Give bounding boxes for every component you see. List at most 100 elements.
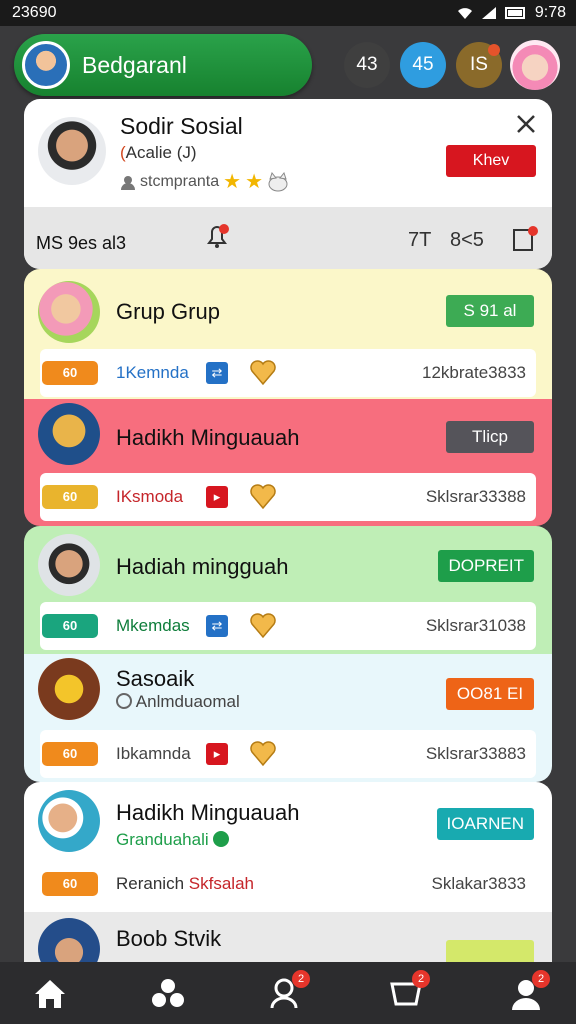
link-icon[interactable]: ⇄ bbox=[206, 362, 228, 384]
top-bar: Bedgaranl 43 45 IS bbox=[0, 26, 576, 102]
row-count: 12kbrate3833 bbox=[422, 363, 526, 382]
card-title: Grup Grup bbox=[116, 299, 220, 324]
row-count: Sklsrar33883 bbox=[425, 744, 526, 763]
video-icon[interactable]: ▸ bbox=[206, 486, 228, 508]
list-card[interactable]: Boob Stvik bbox=[24, 912, 552, 962]
coin-badge: 60 bbox=[42, 742, 98, 766]
card-title: Hadikh Minguauah bbox=[116, 800, 300, 825]
counter-badge-2[interactable]: 45 bbox=[400, 42, 446, 88]
card-title: Boob Stvik bbox=[116, 926, 222, 951]
card-action-label: OO81 EI bbox=[456, 684, 524, 703]
bottom-nav: 2 2 2 bbox=[0, 962, 576, 1024]
brand-pill[interactable]: Bedgaranl bbox=[14, 34, 312, 96]
status-clock: 9:78 bbox=[534, 4, 566, 21]
coin-badge: 60 bbox=[42, 485, 98, 509]
signal-icon bbox=[481, 7, 496, 19]
card-action-button[interactable]: IOARNEN bbox=[436, 808, 534, 840]
counter-badge-1[interactable]: 43 bbox=[344, 42, 390, 88]
card-avatar bbox=[38, 403, 100, 465]
counter-badge-3-dot bbox=[488, 44, 500, 56]
card-title: Sasoaik bbox=[116, 666, 195, 691]
coin-badge: 60 bbox=[42, 361, 98, 385]
list-card[interactable]: Hadikh Minguauah Granduahali IOARNEN 60 … bbox=[24, 782, 552, 912]
card-title: Hadikh Minguauah bbox=[116, 425, 300, 450]
card-subtitle-text: Granduahali bbox=[116, 830, 209, 849]
card-action-button[interactable]: DOPREIT bbox=[438, 550, 534, 582]
card-row: 60 Ibkamnda ▸ Sklsrar33883 bbox=[40, 730, 536, 778]
star-icon: ★ bbox=[245, 171, 264, 193]
heart-icon[interactable] bbox=[248, 610, 278, 640]
profile-name: Sodir Sosial bbox=[120, 113, 243, 139]
card-avatar bbox=[38, 281, 100, 343]
card-action-button[interactable]: S 91 al bbox=[446, 295, 534, 327]
row-label: Reranich Skfsalah bbox=[116, 874, 254, 894]
coin-value: 60 bbox=[62, 365, 78, 380]
video-icon[interactable]: ▸ bbox=[206, 743, 228, 765]
card-row: 60 Reranich Skfsalah Sklakar3833 bbox=[40, 860, 536, 908]
nav-badge: 2 bbox=[412, 970, 430, 988]
list-card[interactable]: Hadiah mingguah DOPREIT 60 Mkemdas ⇄ Skl… bbox=[24, 526, 552, 654]
stats-label: MS 9es al3 bbox=[36, 233, 127, 253]
notification-button[interactable] bbox=[204, 223, 230, 251]
heart-icon[interactable] bbox=[248, 738, 278, 768]
profile-stats: MS 9es al3 7T 8<5 bbox=[24, 207, 552, 269]
nav-apps[interactable] bbox=[148, 974, 188, 1014]
stat-value-1: 7T bbox=[408, 229, 432, 251]
user-meta-icon bbox=[121, 175, 135, 190]
cat-icon bbox=[268, 171, 288, 191]
nav-people[interactable]: 2 bbox=[266, 970, 310, 1014]
coin-value: 60 bbox=[62, 489, 78, 504]
status-bar: 23690 9:78 bbox=[0, 0, 576, 26]
row-label-text: Reranich bbox=[116, 874, 185, 893]
row-label-extra: Skfsalah bbox=[188, 874, 254, 893]
profile-subtitle: (Acalie (J) bbox=[120, 143, 197, 163]
card-avatar bbox=[38, 658, 100, 720]
stat-value-2: 8<5 bbox=[450, 229, 484, 251]
row-count: Sklakar3833 bbox=[431, 874, 526, 893]
nav-home[interactable] bbox=[30, 974, 70, 1014]
card-row: 60 Mkemdas ⇄ Sklsrar31038 bbox=[40, 602, 536, 650]
card-row: 60 IKsmoda ▸ Sklsrar33388 bbox=[40, 473, 536, 521]
document-icon bbox=[513, 226, 538, 251]
coin-value: 60 bbox=[62, 746, 78, 761]
coin-value: 60 bbox=[62, 876, 78, 891]
profile-meta: stcmpranta ★ ★ bbox=[120, 169, 289, 194]
card-avatar bbox=[38, 918, 100, 962]
profile-avatar bbox=[38, 117, 106, 185]
profile-card: Sodir Sosial (Acalie (J) stcmpranta ★ ★ … bbox=[24, 99, 552, 269]
heart-icon[interactable] bbox=[248, 481, 278, 511]
card-avatar bbox=[38, 534, 100, 596]
card-action-button[interactable]: Tlicp bbox=[446, 421, 534, 453]
row-label: IKsmoda bbox=[116, 487, 184, 506]
user-avatar[interactable] bbox=[510, 40, 560, 90]
coin-value: 60 bbox=[62, 618, 78, 633]
nav-cart[interactable]: 2 bbox=[386, 970, 430, 1014]
card-avatar bbox=[38, 790, 100, 852]
close-button[interactable] bbox=[510, 109, 542, 141]
nav-profile[interactable]: 2 bbox=[506, 970, 550, 1014]
card-action-button[interactable] bbox=[446, 940, 534, 962]
row-count: Sklsrar31038 bbox=[425, 616, 526, 635]
profile-action-button[interactable]: Khev bbox=[446, 145, 536, 177]
list-card[interactable]: Grup Grup S 91 al 60 1Kemnda ⇄ 12kbrate3… bbox=[24, 269, 552, 399]
counter-badge-3[interactable]: IS bbox=[456, 42, 502, 88]
card-action-label: Tlicp bbox=[472, 427, 508, 446]
heart-icon[interactable] bbox=[248, 357, 278, 387]
wifi-icon bbox=[457, 8, 472, 19]
bell-icon bbox=[207, 224, 229, 248]
link-icon[interactable]: ⇄ bbox=[206, 615, 228, 637]
card-action-label: DOPREIT bbox=[448, 556, 524, 575]
row-label: Ibkamnda bbox=[116, 744, 191, 763]
coin-badge: 60 bbox=[42, 614, 98, 638]
list-card[interactable]: Sasoaik Anlmduaomal OO81 EI 60 Ibkamnda … bbox=[24, 654, 552, 782]
apps-icon bbox=[152, 979, 184, 1007]
card-title: Hadiah mingguah bbox=[116, 554, 289, 579]
card-action-button[interactable]: OO81 EI bbox=[446, 678, 534, 710]
card-action-label: IOARNEN bbox=[446, 814, 524, 833]
profile-action-label: Khev bbox=[472, 152, 510, 169]
status-time: 23690 bbox=[12, 4, 57, 21]
brand-title: Bedgaranl bbox=[82, 52, 187, 78]
profile-meta-text: stcmpranta bbox=[140, 172, 220, 190]
list-card[interactable]: Hadikh Minguauah Tlicp 60 IKsmoda ▸ Skls… bbox=[24, 399, 552, 526]
document-button[interactable] bbox=[512, 225, 538, 253]
